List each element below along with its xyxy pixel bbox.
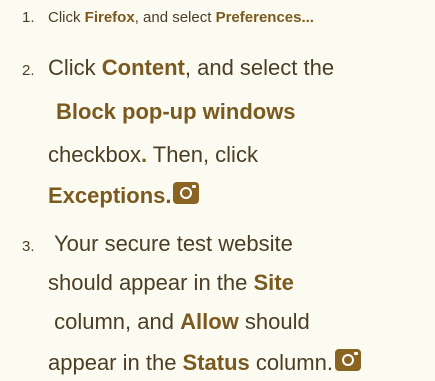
camera-lens-icon bbox=[180, 187, 193, 199]
step-3-allow: Allow bbox=[180, 309, 239, 334]
camera-icon[interactable] bbox=[334, 349, 361, 371]
step-3-text-5: appear in the bbox=[48, 350, 183, 375]
step-3-text-6: column. bbox=[249, 350, 333, 375]
camera-flash-icon bbox=[192, 185, 197, 188]
step-3-status: Status bbox=[182, 350, 250, 375]
step-2-line-1: Click Content, and select the bbox=[48, 56, 334, 80]
step-1-text-2: , and select bbox=[134, 9, 216, 26]
step-3-text-2: should appear in the bbox=[48, 270, 254, 295]
step-3-site: Site bbox=[253, 270, 294, 295]
camera-lens-icon bbox=[341, 354, 354, 366]
step-3-line-2: should appear in the Site bbox=[48, 271, 294, 295]
step-3-text-1: Your secure test website bbox=[54, 231, 293, 256]
step-2-line-3: checkbox. Then, click bbox=[48, 143, 258, 167]
step-2-number: 2. bbox=[22, 62, 35, 79]
step-1-text: Click Firefox, and select Preferences... bbox=[48, 9, 314, 27]
step-2-exceptions: Exceptions. bbox=[48, 183, 172, 208]
step-2-text-3: checkbox bbox=[48, 142, 141, 167]
step-3-text-3: , and bbox=[125, 309, 181, 334]
step-3-number: 3. bbox=[22, 238, 35, 255]
step-2-content: Content bbox=[101, 55, 185, 80]
camera-icon[interactable] bbox=[173, 182, 200, 204]
step-2-text-4: Then, click bbox=[147, 142, 258, 167]
step-3-column: column bbox=[54, 309, 126, 334]
step-2-line-2: Block pop-up windows bbox=[56, 100, 296, 124]
step-1-preferences: Preferences... bbox=[215, 9, 314, 26]
step-3-line-1: Your secure test website bbox=[54, 232, 293, 256]
step-3-line-4: appear in the Status column. bbox=[48, 349, 361, 375]
step-1-firefox: Firefox bbox=[84, 9, 135, 26]
step-2-block-popups: Block pop-up windows bbox=[56, 99, 296, 124]
step-2-text-1: Click bbox=[48, 55, 102, 80]
step-1-number: 1. bbox=[22, 9, 35, 26]
camera-flash-icon bbox=[353, 352, 358, 355]
step-3-text-4: should bbox=[238, 309, 310, 334]
step-2-line-4: Exceptions. bbox=[48, 182, 200, 208]
instruction-steps: 1. Click Firefox, and select Preferences… bbox=[0, 0, 435, 381]
step-2-text-2: , and select the bbox=[184, 55, 335, 80]
step-3-line-3: column, and Allow should bbox=[48, 310, 310, 334]
step-1-text-1: Click bbox=[48, 9, 85, 26]
